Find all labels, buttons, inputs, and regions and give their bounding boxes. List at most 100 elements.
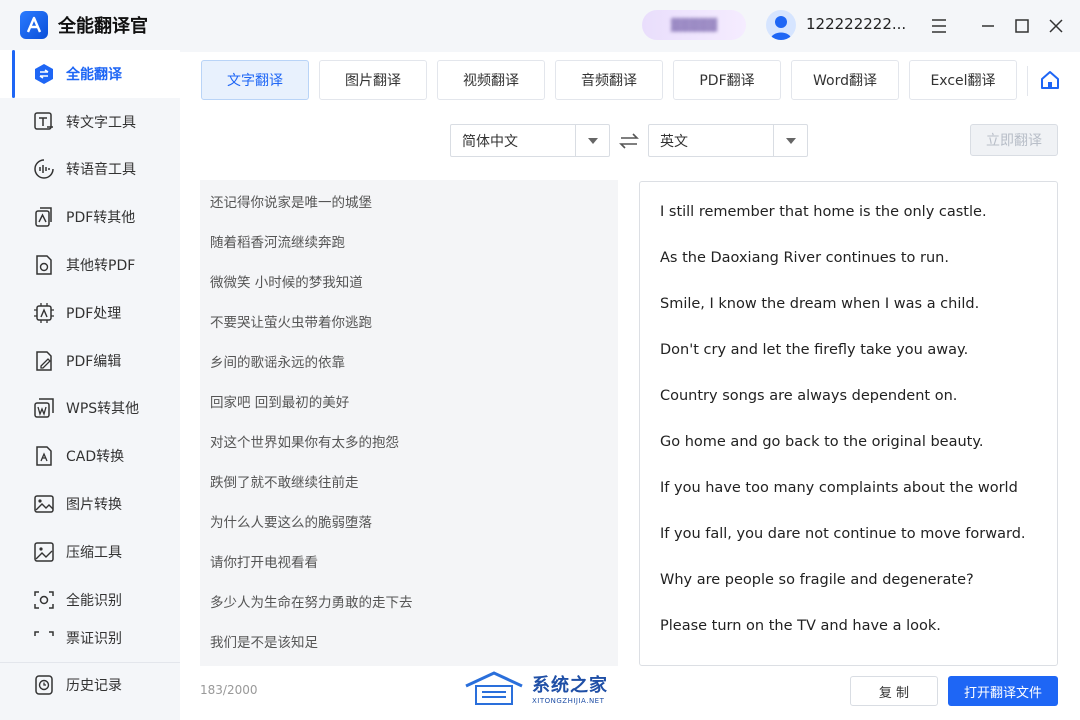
text-tool-icon xyxy=(32,110,56,134)
main-panel: 文字翻译 图片翻译 视频翻译 音频翻译 PDF翻译 Word翻译 Excel翻译… xyxy=(180,52,1080,720)
watermark-text: 系统之家 XITONGZHIJIA.NET xyxy=(532,671,608,705)
brand: 全能翻译官 xyxy=(0,0,180,50)
target-language-label: 英文 xyxy=(660,133,688,150)
watermark-logo: 系统之家 XITONGZHIJIA.NET xyxy=(464,666,614,710)
sidebar-item-ticket[interactable]: 票证识别 xyxy=(0,624,180,650)
sidebar-item-label: 转文字工具 xyxy=(66,114,136,131)
ticket-icon xyxy=(32,628,56,650)
translation-line: Country songs are always dependent on. xyxy=(660,388,958,404)
tab-excel-translate[interactable]: Excel翻译 xyxy=(909,60,1017,100)
source-line: 为什么人要这么的脆弱堕落 xyxy=(210,515,372,531)
close-icon[interactable] xyxy=(1044,14,1068,38)
sidebar-item-label: PDF编辑 xyxy=(66,353,122,370)
history-icon xyxy=(32,673,56,697)
translation-output: I still remember that home is the only c… xyxy=(639,181,1058,666)
source-text-area[interactable]: 还记得你说家是唯一的城堡 随着稻香河流继续奔跑微微笑 小时候的梦我知道 不要哭让萤火… xyxy=(200,180,618,666)
sidebar-item-cad-convert[interactable]: CAD转换 xyxy=(0,432,180,480)
tab-text-translate[interactable]: 文字翻译 xyxy=(201,60,309,100)
source-line: 随着稻香河流继续奔跑 xyxy=(210,235,345,251)
translation-line: Don't cry and let the firefly take you a… xyxy=(660,342,969,358)
compress-icon xyxy=(32,540,56,564)
sidebar-item-history[interactable]: 历史记录 xyxy=(0,662,180,706)
tab-video-translate[interactable]: 视频翻译 xyxy=(437,60,545,100)
sidebar-item-label: 全能识别 xyxy=(66,592,122,609)
sidebar-item-image-convert[interactable]: 图片转换 xyxy=(0,480,180,528)
sidebar-item-label: 压缩工具 xyxy=(66,544,122,561)
sidebar-item-pdf-convert[interactable]: PDF转其他 xyxy=(0,193,180,241)
avatar[interactable] xyxy=(766,10,796,40)
source-line: 跌倒了就不敢继续往前走 xyxy=(210,475,359,491)
app-logo-icon xyxy=(20,11,48,39)
translation-line: If you have too many complaints about th… xyxy=(660,480,1018,496)
source-line: 对这个世界如果你有太多的抱怨 xyxy=(210,435,399,451)
translation-line: Go home and go back to the original beau… xyxy=(660,434,984,450)
chevron-down-icon xyxy=(773,125,807,156)
tab-image-translate[interactable]: 图片翻译 xyxy=(319,60,427,100)
source-line: 微微笑 小时候的梦我知道 xyxy=(210,275,363,291)
translation-line: I still remember that home is the only c… xyxy=(660,204,987,220)
username[interactable]: 122222222... xyxy=(806,15,906,33)
menu-icon[interactable] xyxy=(927,14,951,38)
titlebar: ▓▓▓▓▓ 122222222... xyxy=(180,0,1080,52)
watermark-house-icon xyxy=(465,671,523,705)
source-line: 不要哭让萤火虫带着你逃跑 xyxy=(210,315,372,331)
open-translated-file-button[interactable]: 打开翻译文件 xyxy=(948,676,1058,706)
maximize-icon[interactable] xyxy=(1010,14,1034,38)
target-language-select[interactable]: 英文 xyxy=(648,124,808,157)
source-line: 回家吧 回到最初的美好 xyxy=(210,395,350,411)
source-line: 多少人为生命在努力勇敢的走下去 xyxy=(210,595,413,611)
source-language-label: 简体中文 xyxy=(462,133,518,150)
source-line: 我们是不是该知足 xyxy=(210,635,318,651)
tab-word-translate[interactable]: Word翻译 xyxy=(791,60,899,100)
sidebar-item-translate[interactable]: 全能翻译 xyxy=(0,50,180,98)
sidebar-item-recognize[interactable]: 全能识别 xyxy=(0,576,180,624)
translation-line: Smile, I know the dream when I was a chi… xyxy=(660,296,980,312)
sidebar-item-label: 图片转换 xyxy=(66,497,122,514)
sidebar-nav: 全能翻译 转文字工具 转语音工具 PDF转其他 其他转PDF PDF处理 PDF… xyxy=(0,50,180,650)
to-pdf-icon xyxy=(32,253,56,277)
sidebar-item-label: CAD转换 xyxy=(66,449,125,466)
image-convert-icon xyxy=(32,492,56,516)
voice-tool-icon xyxy=(32,157,56,181)
watermark-cn: 系统之家 xyxy=(532,675,608,696)
sidebar-item-pdf-process[interactable]: PDF处理 xyxy=(0,289,180,337)
swap-languages-icon[interactable] xyxy=(618,130,640,152)
pdf-process-icon xyxy=(32,301,56,325)
sidebar-item-text-tool[interactable]: 转文字工具 xyxy=(0,98,180,146)
character-count: 183/2000 xyxy=(200,683,258,697)
tab-bar: 文字翻译 图片翻译 视频翻译 音频翻译 PDF翻译 Word翻译 Excel翻译 xyxy=(201,60,1027,100)
tab-audio-translate[interactable]: 音频翻译 xyxy=(555,60,663,100)
translation-line: As the Daoxiang River continues to run. xyxy=(660,250,949,266)
translate-now-button[interactable]: 立即翻译 xyxy=(970,124,1058,156)
home-icon[interactable] xyxy=(1038,68,1062,92)
source-language-select[interactable]: 简体中文 xyxy=(450,124,610,157)
copy-button[interactable]: 复 制 xyxy=(850,676,938,706)
translation-line: Please turn on the TV and have a look. xyxy=(660,618,941,634)
source-line: 请你打开电视看看 xyxy=(210,555,318,571)
app-title: 全能翻译官 xyxy=(58,16,148,37)
cad-convert-icon xyxy=(32,444,56,468)
sidebar-item-to-pdf[interactable]: 其他转PDF xyxy=(0,241,180,289)
minimize-icon[interactable] xyxy=(976,14,1000,38)
tab-pdf-translate[interactable]: PDF翻译 xyxy=(673,60,781,100)
history-label: 历史记录 xyxy=(66,677,122,694)
translate-icon xyxy=(32,62,56,86)
pdf-edit-icon xyxy=(32,349,56,373)
source-line: 还记得你说家是唯一的城堡 xyxy=(210,195,372,211)
tab-divider xyxy=(1027,66,1028,96)
sidebar-item-compress[interactable]: 压缩工具 xyxy=(0,528,180,576)
sidebar-item-label: PDF处理 xyxy=(66,305,122,322)
watermark-en: XITONGZHIJIA.NET xyxy=(532,697,605,705)
translation-line: Why are people so fragile and degenerate… xyxy=(660,572,974,588)
sidebar-item-pdf-edit[interactable]: PDF编辑 xyxy=(0,337,180,385)
source-line: 乡间的歌谣永远的依靠 xyxy=(210,355,345,371)
sidebar: 全能翻译官 全能翻译 转文字工具 转语音工具 PDF转其他 其他转PDF PDF… xyxy=(0,0,180,720)
sidebar-item-wps-convert[interactable]: WPS转其他 xyxy=(0,385,180,433)
chevron-down-icon xyxy=(575,125,609,156)
sidebar-item-label: 转语音工具 xyxy=(66,162,136,179)
translation-line: If you fall, you dare not continue to mo… xyxy=(660,526,1026,542)
sidebar-item-voice-tool[interactable]: 转语音工具 xyxy=(0,146,180,194)
sidebar-item-label: 全能翻译 xyxy=(66,66,122,83)
vip-button[interactable]: ▓▓▓▓▓ xyxy=(642,10,746,40)
sidebar-item-label: PDF转其他 xyxy=(66,210,136,227)
